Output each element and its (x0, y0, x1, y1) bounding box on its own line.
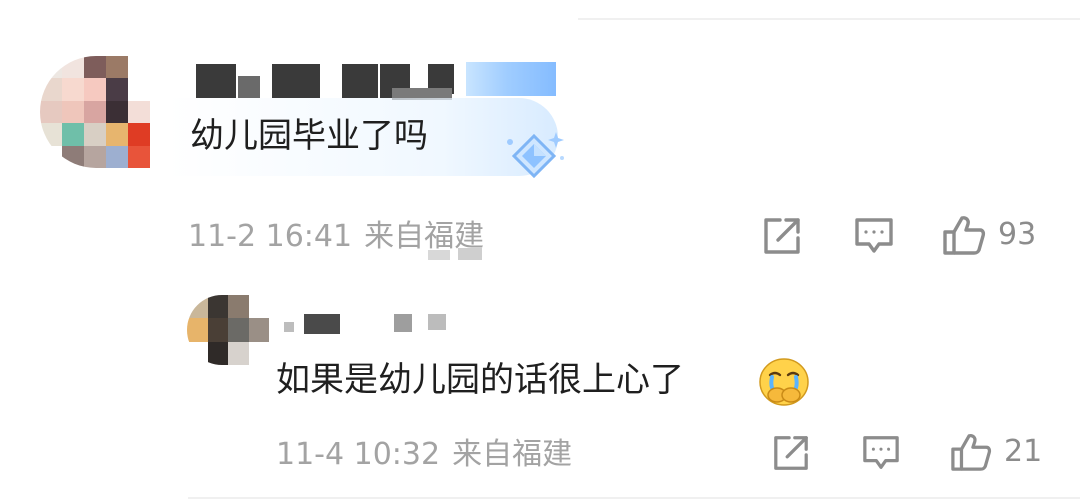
diamond-badge-icon (507, 132, 564, 179)
like-button[interactable]: 93 (942, 214, 1036, 256)
like-count: 93 (998, 217, 1037, 252)
comment-icon (855, 218, 893, 253)
comment-icon (863, 436, 899, 469)
reply-avatar[interactable] (187, 295, 269, 365)
comment-time: 11-2 16:41 (188, 219, 353, 254)
thumbs-up-icon (943, 216, 986, 255)
member-badge-blurred (466, 62, 556, 96)
comment-text: 幼儿园毕业了吗 (190, 116, 428, 156)
reply-like-count: 21 (1004, 434, 1043, 469)
share-button[interactable] (762, 216, 802, 256)
reply-location: 来自福建 (452, 437, 573, 472)
blur-fragment (458, 248, 482, 260)
bottom-divider (188, 497, 1080, 499)
thumbs-up-icon (951, 434, 992, 471)
blur-fragment (428, 250, 450, 260)
reply-share-button[interactable] (772, 434, 810, 472)
reply-comment-button[interactable] (862, 434, 900, 472)
share-icon (774, 436, 808, 470)
comment-button[interactable] (854, 216, 894, 256)
crying-covering-mouth-emoji (759, 358, 809, 406)
reply-meta: 11-4 10:32 来自福建 (276, 435, 572, 475)
avatar[interactable] (40, 56, 150, 168)
share-icon (764, 218, 800, 254)
reply-text: 如果是幼儿园的话很上心了 (276, 360, 684, 400)
reply-time: 11-4 10:32 (276, 437, 441, 472)
reply-like-button[interactable]: 21 (950, 432, 1042, 472)
top-divider (578, 18, 1080, 20)
